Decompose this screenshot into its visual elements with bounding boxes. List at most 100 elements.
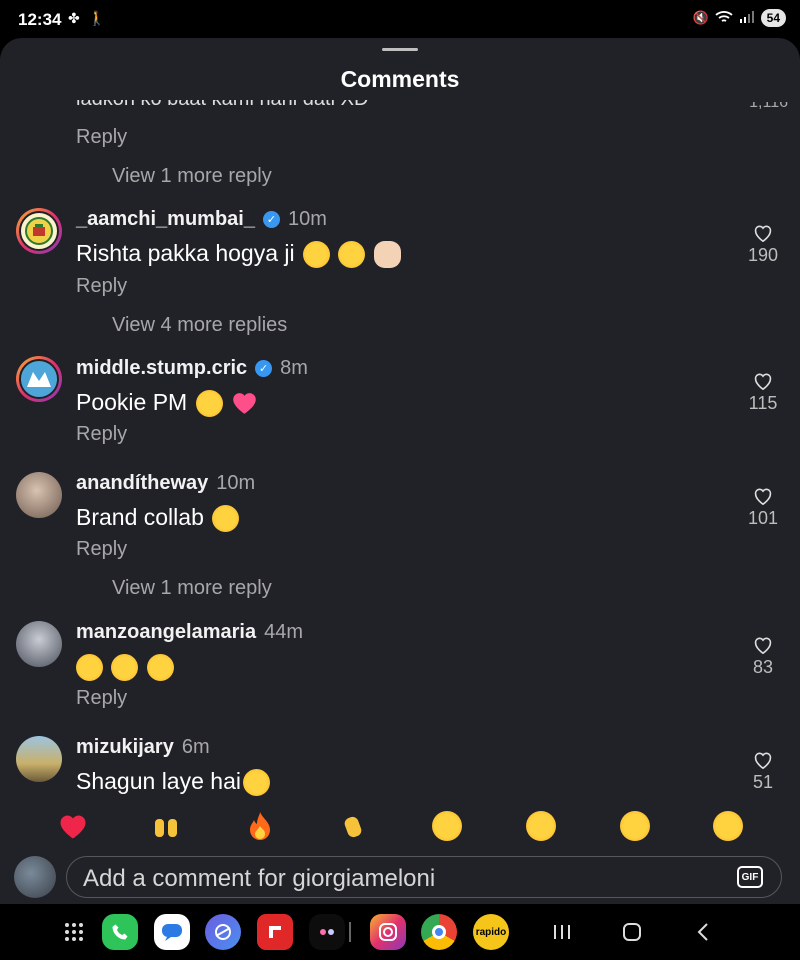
red-heart-icon[interactable]: [55, 808, 91, 844]
signal-icon: [739, 10, 755, 26]
username[interactable]: manzoangelamaria: [76, 621, 256, 644]
verified-badge-icon: ✓: [262, 211, 280, 228]
comment-input[interactable]: Add a comment for giorgiameloni GIF: [66, 856, 782, 898]
view-more-replies[interactable]: View 1 more reply: [112, 577, 272, 600]
chrome-app-icon[interactable]: [421, 914, 457, 950]
avatar[interactable]: [16, 208, 62, 254]
comment-text: [76, 653, 174, 682]
home-icon[interactable]: [614, 914, 650, 950]
fan-icon: ✤: [68, 10, 80, 26]
instagram-app-icon[interactable]: [370, 914, 406, 950]
comment-meta: anandítheway 10m: [76, 472, 255, 495]
sheet-title: Comments: [340, 66, 460, 92]
drag-handle[interactable]: [382, 48, 418, 51]
comment-meta: _aamchi_mumbai_ ✓ 10m: [76, 208, 327, 231]
comment-body: Pookie PM: [76, 389, 188, 415]
system-nav-bar: rapido: [0, 904, 800, 960]
heart-eyes-icon[interactable]: [522, 808, 558, 844]
like-button[interactable]: 101: [738, 487, 788, 529]
partial-like-count: 1,116: [749, 100, 788, 111]
comment-body: Shagun laye hai: [76, 768, 241, 794]
tears-of-joy-icon: [195, 390, 223, 418]
rapido-app-icon[interactable]: rapido: [473, 914, 509, 950]
back-icon[interactable]: [685, 914, 721, 950]
battery-icon: 54: [760, 9, 786, 27]
status-icons: 🔇 54: [692, 9, 786, 27]
wifi-icon: [715, 10, 733, 27]
quick-reactions-bar: [0, 808, 800, 848]
internet-app-icon[interactable]: [205, 914, 241, 950]
comment-body: Brand collab: [76, 504, 204, 530]
recent-apps-icon[interactable]: [544, 914, 580, 950]
dock-divider: [346, 914, 354, 950]
view-more-replies[interactable]: View 1 more reply: [112, 165, 272, 188]
view-more-replies[interactable]: View 4 more replies: [112, 314, 287, 337]
partial-comment-text: ladkon ko baat kami nahi dati XD: [76, 100, 368, 111]
smiling-face-with-hearts-icon: [111, 654, 139, 682]
phone-app-icon[interactable]: [102, 914, 138, 950]
like-button[interactable]: 83: [738, 636, 788, 678]
timestamp: 10m: [287, 208, 327, 230]
heart-outline-icon[interactable]: [753, 372, 773, 390]
squinting-face-with-tongue-icon: [242, 769, 270, 797]
comment-text: Shagun laye hai: [76, 768, 270, 797]
timestamp: 44m: [264, 621, 303, 643]
raising-hands-icon[interactable]: [148, 808, 184, 844]
reply-button[interactable]: Reply: [76, 275, 127, 298]
tears-of-joy-icon[interactable]: [709, 808, 745, 844]
comment-text: Brand collab: [76, 504, 240, 533]
comment-composer: Add a comment for giorgiameloni GIF: [0, 850, 800, 904]
comment-list[interactable]: ladkon ko baat kami nahi dati XD 1,116 R…: [0, 100, 800, 800]
like-count: 115: [748, 393, 778, 413]
smiling-face-with-hearts-icon: [146, 654, 174, 682]
verified-badge-icon: ✓: [255, 360, 273, 377]
avatar[interactable]: [16, 472, 62, 518]
messages-app-icon[interactable]: [154, 914, 190, 950]
reply-button[interactable]: Reply: [76, 423, 127, 446]
username[interactable]: _aamchi_mumbai_: [76, 208, 255, 231]
heart-outline-icon[interactable]: [753, 751, 773, 769]
comment-text: Pookie PM: [76, 389, 258, 418]
heart-outline-icon[interactable]: [753, 224, 773, 242]
avatar[interactable]: [16, 621, 62, 667]
app-grid-icon[interactable]: [56, 914, 92, 950]
comment-meta: middle.stump.cric ✓ 8m: [76, 357, 308, 380]
heart-outline-icon[interactable]: [753, 636, 773, 654]
avatar[interactable]: [16, 356, 62, 402]
gif-button[interactable]: GIF: [737, 866, 763, 888]
timestamp: 6m: [181, 736, 210, 758]
camera-app-icon[interactable]: [309, 914, 345, 950]
reply-button[interactable]: Reply: [76, 687, 127, 710]
like-count: 190: [747, 245, 779, 265]
username[interactable]: mizukijary: [76, 736, 174, 759]
status-bar: 12:34 ✤ 🚶 🔇 54: [0, 0, 800, 40]
like-button[interactable]: 51: [738, 751, 788, 793]
username[interactable]: anandítheway: [76, 472, 208, 495]
like-count: 83: [752, 657, 774, 677]
avatar[interactable]: [16, 736, 62, 782]
timestamp: 10m: [216, 472, 256, 494]
reply-button[interactable]: Reply: [76, 126, 127, 149]
pinching-hand-icon: [373, 241, 401, 269]
mute-icon: 🔇: [692, 10, 709, 25]
fire-icon[interactable]: [242, 808, 278, 844]
heart-outline-icon[interactable]: [753, 487, 773, 505]
tears-of-joy-icon: [212, 505, 240, 533]
like-button[interactable]: 190: [738, 224, 788, 266]
reply-button[interactable]: Reply: [76, 538, 127, 561]
comments-sheet: Comments ladkon ko baat kami nahi dati X…: [0, 38, 800, 904]
comment-body: Rishta pakka hogya ji: [76, 240, 295, 266]
smiling-face-with-hearts-icon: [303, 241, 331, 269]
timestamp: 8m: [280, 357, 308, 379]
flipboard-app-icon[interactable]: [257, 914, 293, 950]
crying-face-icon[interactable]: [428, 808, 464, 844]
username[interactable]: middle.stump.cric: [76, 357, 247, 380]
comment-text: Rishta pakka hogya ji: [76, 240, 401, 269]
clapping-hands-icon[interactable]: [336, 808, 372, 844]
comment-input-placeholder: Add a comment for giorgiameloni: [83, 865, 436, 892]
comment-meta: mizukijary 6m: [76, 736, 210, 759]
smiling-face-with-hearts-icon: [76, 654, 103, 682]
like-button[interactable]: 115: [738, 372, 788, 414]
face-with-open-mouth-icon[interactable]: [616, 808, 652, 844]
comment-meta: manzoangelamaria 44m: [76, 621, 303, 644]
